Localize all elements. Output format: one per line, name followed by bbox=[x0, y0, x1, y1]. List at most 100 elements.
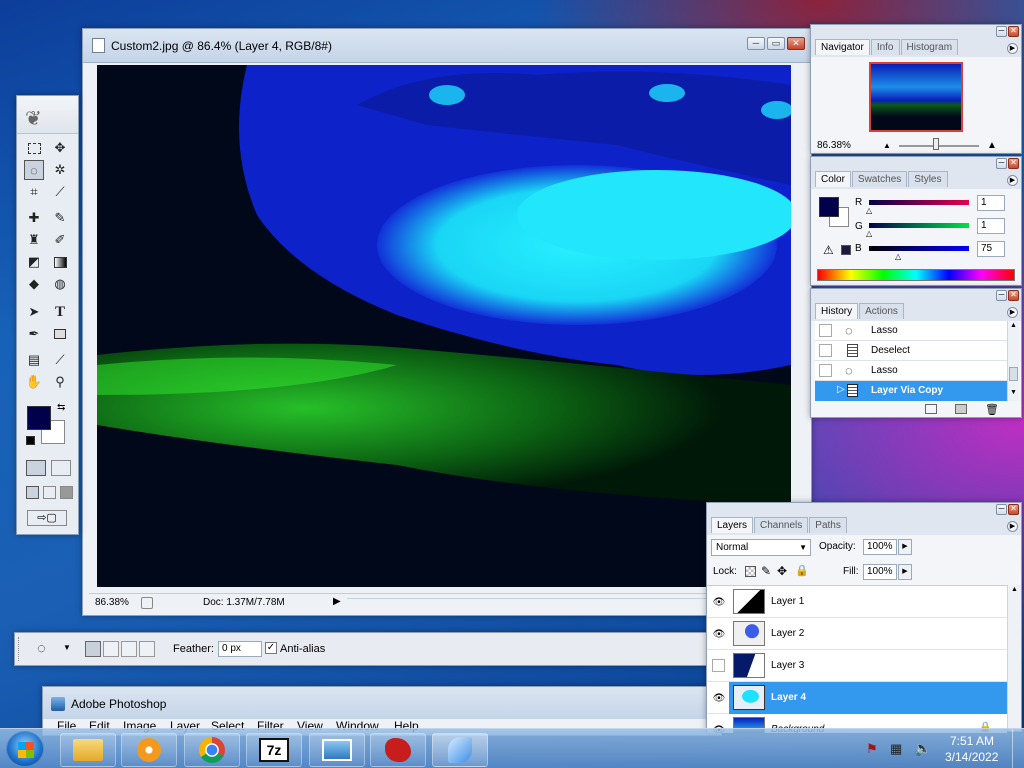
channel-b-slider[interactable] bbox=[869, 246, 969, 251]
subtract-selection-icon[interactable] bbox=[121, 641, 137, 657]
volume-icon[interactable]: 🔈 bbox=[914, 740, 931, 757]
zoom-in-icon[interactable]: ▲ bbox=[987, 140, 997, 151]
layer-row-selected[interactable]: 👁 Layer 4 bbox=[707, 682, 1007, 714]
lock-all-icon[interactable]: 🔒 bbox=[795, 564, 809, 577]
dodge-tool-icon[interactable]: ◍ bbox=[50, 274, 70, 294]
healing-brush-icon[interactable]: ✚ bbox=[24, 208, 44, 228]
zoom-out-icon[interactable]: ▲ bbox=[883, 141, 891, 150]
action-center-icon[interactable]: ⚑ bbox=[866, 741, 878, 757]
lasso-preset-icon[interactable]: ◌ bbox=[37, 640, 46, 657]
panel-close-button[interactable]: ✕ bbox=[1008, 157, 1019, 169]
lasso-tool-icon[interactable]: ◌ bbox=[24, 160, 44, 180]
add-selection-icon[interactable] bbox=[103, 641, 119, 657]
color-spectrum-ramp[interactable] bbox=[817, 269, 1015, 281]
panel-menu-arrow[interactable]: ▶ bbox=[1007, 307, 1018, 318]
blend-mode-select[interactable]: Normal ▼ bbox=[711, 539, 811, 556]
lock-position-icon[interactable]: ✥ bbox=[777, 564, 787, 578]
panel-menu-arrow[interactable]: ▶ bbox=[1007, 43, 1018, 54]
status-menu-arrow[interactable]: ▶ bbox=[333, 596, 341, 607]
tab-styles[interactable]: Styles bbox=[908, 171, 948, 187]
path-select-icon[interactable]: ➤ bbox=[24, 302, 44, 322]
history-snapshot-box[interactable] bbox=[819, 364, 832, 377]
navigator-preview[interactable] bbox=[869, 62, 963, 132]
chevron-down-icon[interactable]: ▼ bbox=[63, 643, 71, 652]
close-button[interactable]: ✕ bbox=[787, 37, 805, 50]
jump-to-imageready-icon[interactable]: ⇨▢ bbox=[27, 510, 67, 526]
tab-layers[interactable]: Layers bbox=[711, 517, 754, 533]
history-item[interactable]: Deselect bbox=[815, 341, 1007, 361]
media-player-icon[interactable] bbox=[121, 733, 177, 767]
magic-wand-icon[interactable]: ✲ bbox=[50, 160, 70, 180]
layers-panel-header[interactable]: ─ ✕ bbox=[707, 503, 1021, 517]
new-selection-icon[interactable] bbox=[85, 641, 101, 657]
history-snapshot-box[interactable] bbox=[819, 324, 832, 337]
tab-color[interactable]: Color bbox=[815, 171, 851, 187]
delete-state-icon[interactable]: 🗑 bbox=[985, 403, 999, 416]
layers-scrollbar[interactable]: ▲ bbox=[1007, 585, 1021, 731]
history-snapshot-box[interactable] bbox=[819, 344, 832, 357]
status-zoom[interactable]: 86.38% bbox=[95, 597, 129, 608]
history-item-selected[interactable]: ▷ Layer Via Copy bbox=[815, 381, 1007, 401]
out-of-gamut-warning-icon[interactable]: ⚠ bbox=[823, 243, 834, 257]
navigator-zoom-value[interactable]: 86.38% bbox=[817, 140, 851, 151]
7zip-icon[interactable]: 7z bbox=[246, 733, 302, 767]
swap-colors-icon[interactable]: ⇆ bbox=[57, 402, 65, 413]
layer-row[interactable]: 👁 Layer 2 bbox=[707, 618, 1007, 650]
panel-close-button[interactable]: ✕ bbox=[1008, 289, 1019, 301]
type-tool-icon[interactable]: T bbox=[50, 302, 70, 322]
lock-image-icon[interactable]: ✎ bbox=[761, 564, 771, 578]
eraser-tool-icon[interactable]: ◩ bbox=[24, 252, 44, 272]
gradient-tool-icon[interactable] bbox=[50, 252, 70, 272]
channel-b-thumb[interactable]: △ bbox=[895, 252, 901, 261]
zoom-tool-icon[interactable]: ⚲ bbox=[50, 372, 70, 392]
tab-actions[interactable]: Actions bbox=[859, 303, 904, 319]
lock-transparency-icon[interactable] bbox=[745, 566, 756, 577]
clone-stamp-icon[interactable]: ♜ bbox=[24, 230, 44, 250]
visibility-empty-box[interactable] bbox=[712, 659, 725, 672]
panel-close-button[interactable]: ✕ bbox=[1008, 503, 1019, 515]
move-tool-icon[interactable]: ✥ bbox=[50, 138, 70, 158]
history-scroll-thumb[interactable] bbox=[1009, 367, 1018, 381]
fill-slider-arrow[interactable]: ▶ bbox=[898, 564, 912, 580]
layer-row[interactable]: 👁 Layer 1 bbox=[707, 586, 1007, 618]
panel-menu-arrow[interactable]: ▶ bbox=[1007, 521, 1018, 532]
feather-input[interactable]: 0 px bbox=[218, 641, 262, 657]
clock-time[interactable]: 7:51 AM bbox=[950, 734, 994, 748]
network-icon[interactable]: ▦ bbox=[890, 741, 902, 757]
opacity-slider-arrow[interactable]: ▶ bbox=[898, 539, 912, 555]
history-item[interactable]: ◌ Lasso bbox=[815, 321, 1007, 341]
default-colors-icon[interactable] bbox=[26, 436, 35, 445]
foreground-color-swatch[interactable] bbox=[27, 406, 51, 430]
slice-tool-icon[interactable]: ⟋ bbox=[50, 182, 70, 202]
notes-tool-icon[interactable]: ▤ bbox=[24, 350, 44, 370]
photo-viewer-icon[interactable] bbox=[309, 733, 365, 767]
channel-b-input[interactable]: 75 bbox=[977, 241, 1005, 257]
maximize-button[interactable]: ▭ bbox=[767, 37, 785, 50]
panel-minimize-button[interactable]: ─ bbox=[996, 503, 1007, 515]
clock-date[interactable]: 3/14/2022 bbox=[945, 750, 998, 764]
shape-tool-icon[interactable] bbox=[50, 324, 70, 344]
history-item[interactable]: ◌ Lasso bbox=[815, 361, 1007, 381]
visibility-eye-icon[interactable]: 👁 bbox=[711, 594, 727, 610]
channel-r-thumb[interactable]: △ bbox=[866, 206, 872, 215]
marquee-tool-icon[interactable] bbox=[24, 138, 44, 158]
layer-row[interactable]: Layer 3 bbox=[707, 650, 1007, 682]
channel-r-slider[interactable] bbox=[869, 200, 969, 205]
brush-tool-icon[interactable]: ✎ bbox=[50, 208, 70, 228]
channel-g-thumb[interactable]: △ bbox=[866, 229, 872, 238]
channel-r-input[interactable]: 1 bbox=[977, 195, 1005, 211]
navigator-zoom-slider[interactable] bbox=[899, 145, 979, 147]
screen-mode-standard-icon[interactable] bbox=[26, 486, 39, 499]
options-bar-grip[interactable] bbox=[18, 637, 22, 661]
show-desktop-button[interactable] bbox=[1012, 729, 1024, 768]
channel-g-input[interactable]: 1 bbox=[977, 218, 1005, 234]
chrome-icon[interactable] bbox=[184, 733, 240, 767]
gimp-icon[interactable] bbox=[370, 733, 426, 767]
visibility-eye-icon[interactable]: 👁 bbox=[711, 690, 727, 706]
tab-navigator[interactable]: Navigator bbox=[815, 39, 870, 55]
gamut-color-swatch[interactable] bbox=[841, 245, 851, 255]
panel-minimize-button[interactable]: ─ bbox=[996, 25, 1007, 37]
toolbox-header[interactable]: ❦ bbox=[17, 96, 78, 134]
fill-input[interactable]: 100% bbox=[863, 564, 897, 580]
new-snapshot-icon[interactable] bbox=[955, 404, 967, 414]
